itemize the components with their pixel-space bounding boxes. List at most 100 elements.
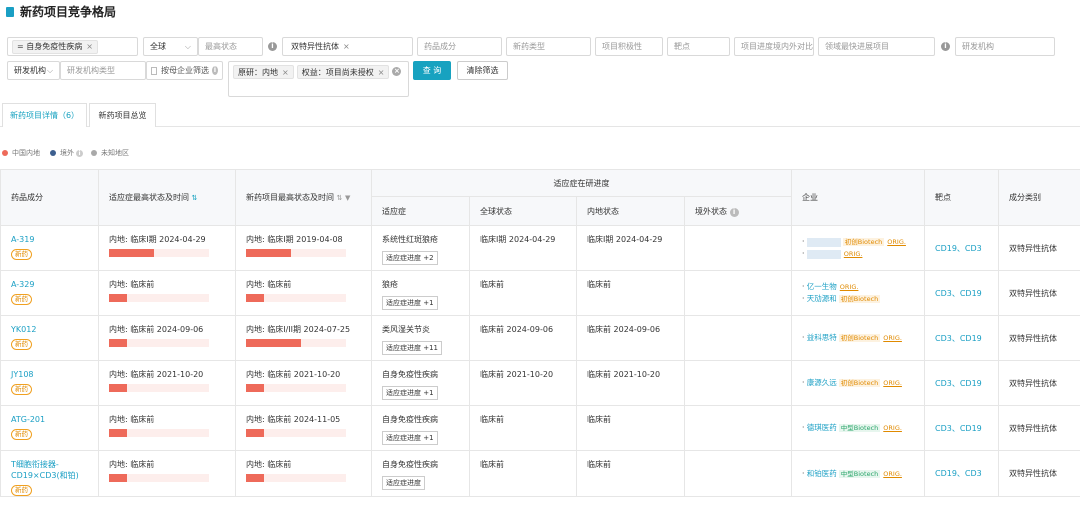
company-link[interactable]: 亿一生物 [807,282,837,291]
project-activity-select[interactable]: 项目积极性 [595,37,663,56]
orig-tag[interactable]: ORIG. [883,334,902,342]
orig-tag[interactable]: ORIG. [844,250,863,258]
header-project-status[interactable]: 新药项目最高状态及时间 ⇅ ▼ [235,169,372,226]
sort-icon[interactable]: ⇅ [192,194,198,202]
overseas-status-cell [684,405,792,451]
company-link[interactable]: 康源久远 [807,378,837,387]
indication-progress-button[interactable]: 适应症进度 +1 [382,296,438,310]
clear-filter-button[interactable]: 清除筛选 [457,61,508,80]
close-icon[interactable]: × [343,42,350,51]
tab-project-details[interactable]: 新药项目详情（6） [2,103,87,127]
query-button[interactable]: 查 询 [413,61,451,80]
rd-org-type-placeholder: 研发机构类型 [67,66,115,75]
info-icon[interactable]: i [76,149,83,157]
info-icon[interactable]: i [941,42,950,51]
indication-cell: 自身免疫性疾病 适应症进度 +1 [371,360,470,406]
chevron-down-icon: ⌵ [184,41,191,51]
target-placeholder: 靶点 [674,42,690,51]
legend-label: 境外 [60,149,74,157]
target-cell[interactable]: CD3、CD19 [924,360,999,406]
orig-tag[interactable]: ORIG. [883,470,902,478]
orig-tag[interactable]: ORIG. [887,238,906,246]
drug-link[interactable]: A-329 [11,279,88,290]
status-bar [246,429,346,437]
indication-cell: 自身免疫性疾病 适应症进度 +1 [371,405,470,451]
status-bar-fill [246,474,264,482]
title-marker-icon [6,6,14,17]
new-drug-badge: 新药 [11,249,32,260]
indication-progress-button[interactable]: 适应症进度 +1 [382,431,438,445]
disease-tag[interactable]: = 自身免疫性疾病 × [12,39,98,54]
indication-progress-button[interactable]: 适应症进度 +11 [382,341,442,355]
drug-link[interactable]: ATG-201 [11,414,88,425]
fastest-field-placeholder: 领域最快进展项目 [825,42,889,51]
info-icon[interactable]: i [212,66,218,75]
origin-tag[interactable]: 原研：内地 × [233,65,294,79]
sort-icon[interactable]: ⇅ [337,194,343,202]
indication-progress-button[interactable]: 适应症进度 +2 [382,251,438,265]
target-cell[interactable]: CD3、CD19 [924,270,999,316]
company-link[interactable]: 天劢源和 [807,294,837,303]
drug-link[interactable]: YK012 [11,324,88,335]
status-bar [246,294,346,302]
origin-rights-filter[interactable]: 原研：内地 × 权益：项目尚未授权 × × [228,61,409,97]
header-indication-status[interactable]: 适应症最高状态及时间 ⇅ [98,169,236,226]
legend-dot-domestic [2,150,8,156]
project-status-cell: 内地: 临床前 2021-10-20 [235,360,372,406]
clear-circle-icon[interactable]: × [392,67,402,76]
indication-progress-button[interactable]: 适应症进度 [382,476,425,490]
tab-project-overview[interactable]: 新药项目总览 [89,103,156,127]
status-bar [109,294,209,302]
table-row: T细胞衔接器-CD19×CD3(和铂) 新药 内地: 临床前 内地: 临床前 自身免疫性… [0,450,1080,497]
close-icon[interactable]: × [86,42,93,51]
domestic-status-cell: 临床前 [576,270,685,316]
company-size-tag: 中型Biotech [838,424,881,432]
company-link[interactable]: 和铂医药 [807,469,837,478]
indication-text: 自身免疫性疾病 [382,460,438,469]
drug-link[interactable]: A-319 [11,234,88,245]
company-link[interactable]: 德琪医药 [807,423,837,432]
target-cell[interactable]: CD19、CD3 [924,450,999,497]
orig-tag[interactable]: ORIG. [883,424,902,432]
modality-tag[interactable]: 双特异性抗体 × [287,39,354,54]
status-bar [246,249,346,257]
close-icon[interactable]: × [378,68,385,77]
target-cell[interactable]: CD19、CD3 [924,225,999,271]
region-select[interactable]: 全球 ⌵ [143,37,198,56]
orig-tag[interactable]: ORIG. [840,283,859,291]
fastest-field-select[interactable]: 领域最快进展项目 [818,37,935,56]
target-cell[interactable]: CD3、CD19 [924,405,999,451]
max-status-placeholder: 最高状态 [205,42,237,51]
drug-component-input[interactable]: 药品成分 [417,37,502,56]
indication-status-cell: 内地: 临床前 2021-10-20 [98,360,236,406]
disease-filter[interactable]: = 自身免疫性疾病 × [7,37,138,56]
target-cell[interactable]: CD3、CD19 [924,315,999,361]
indication-progress-button[interactable]: 适应症进度 +1 [382,386,438,400]
checkbox-icon[interactable] [151,66,157,75]
info-icon[interactable]: i [268,42,277,51]
company-link[interactable]: 益科思特 [807,333,837,342]
rd-org-type-input[interactable]: 研发机构类型 [60,61,146,80]
info-icon[interactable]: i [729,207,739,217]
disease-tag-label: = 自身免疫性疾病 [17,42,83,51]
indication-status-text: 内地: 临床前 [109,460,155,469]
target-input[interactable]: 靶点 [667,37,730,56]
filter-icon[interactable]: ▼ [345,194,350,202]
table-row: ATG-201 新药 内地: 临床前 内地: 临床前 2024-11-05 自身免疫性疾… [0,405,1080,451]
rd-org-input[interactable]: 研发机构 [955,37,1055,56]
table-row: A-329 新药 内地: 临床前 内地: 临床前 狼疮 适应症进度 +1 临床前 临床前 · 亿… [0,270,1080,316]
global-status-cell: 临床前 [469,450,577,497]
project-status-text: 内地: 临床前 2024-11-05 [246,415,341,424]
parent-filter-checkbox[interactable]: 按母企业筛选 i [146,61,223,80]
drug-link[interactable]: JY108 [11,369,88,380]
modality-filter[interactable]: 双特异性抗体 × [282,37,413,56]
drug-link[interactable]: T细胞衔接器-CD19×CD3(和铂) [11,459,88,481]
progress-compare-select[interactable]: 项目进度境内外对比 [734,37,814,56]
close-icon[interactable]: × [282,68,289,77]
orig-tag[interactable]: ORIG. [883,379,902,387]
rights-tag[interactable]: 权益：项目尚未授权 × [296,65,390,79]
max-status-select[interactable]: 最高状态 [198,37,263,56]
rd-org-select[interactable]: 研发机构 ⌵ [7,61,60,80]
drug-type-select[interactable]: 新药类型 [506,37,591,56]
component-cell: JY108 新药 [0,360,99,406]
